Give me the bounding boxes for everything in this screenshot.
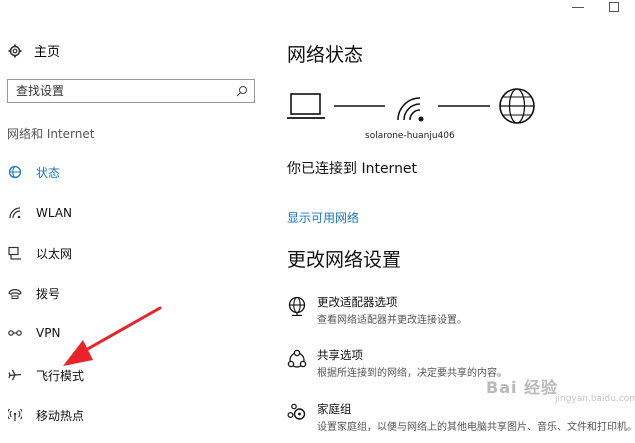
home-nav-item[interactable]: 主页	[8, 41, 60, 60]
sidebar-item-dialup[interactable]: 拨号	[8, 283, 60, 303]
section-label: 网络和 Internet	[7, 127, 95, 141]
option-desc: 查看网络适配器并更改连接设置。	[317, 315, 467, 326]
watermark-url: jingyan.baidu.com	[555, 394, 635, 404]
sidebar-item-status[interactable]: 状态	[8, 162, 60, 182]
annotation-arrow	[63, 306, 162, 366]
computer-icon	[287, 93, 325, 119]
home-label: 主页	[34, 45, 61, 60]
adapter-icon	[288, 296, 306, 316]
homegroup-icon	[287, 403, 306, 420]
option-desc: 设置家庭组，以便与网络上的其他电脑共享图片、音乐、文件和打印机。	[317, 422, 635, 433]
maximize-button[interactable]	[609, 2, 619, 12]
network-name: solarone-huanju406	[365, 131, 455, 141]
gear-icon	[8, 44, 22, 57]
sidebar-item-label: 移动热点	[36, 408, 85, 423]
watermark-logo: Bai 经验	[486, 378, 559, 397]
option-title: 共享选项	[317, 348, 363, 362]
sidebar-item-ethernet[interactable]: 以太网	[8, 243, 72, 263]
sidebar-item-label: 状态	[36, 165, 61, 180]
connection-status-text: 你已连接到 Internet	[287, 161, 418, 177]
ethernet-icon	[8, 246, 21, 260]
dialup-icon	[8, 289, 22, 299]
show-available-networks-link[interactable]: 显示可用网络	[287, 209, 359, 226]
search-icon[interactable]	[236, 85, 248, 97]
option-title: 更改适配器选项	[317, 295, 398, 309]
option-adapter[interactable]: 更改适配器选项 查看网络适配器并更改连接设置。	[287, 294, 635, 328]
option-desc: 根据所连接到的网络，决定要共享的内容。	[317, 368, 507, 379]
sidebar-item-label: 拨号	[36, 286, 61, 301]
hotspot-icon	[8, 408, 22, 421]
wifi-icon	[9, 207, 21, 219]
change-settings-title: 更改网络设置	[287, 249, 402, 271]
sidebar-item-wlan[interactable]: WLAN	[8, 203, 72, 223]
status-icon	[8, 165, 22, 179]
sharing-icon	[287, 349, 307, 368]
vpn-icon	[8, 330, 22, 336]
page-title: 网络状态	[287, 44, 364, 66]
sidebar-item-vpn[interactable]: VPN	[8, 323, 60, 343]
option-sharing[interactable]: 共享选项 根据所连接到的网络，决定要共享的内容。	[287, 347, 635, 381]
sidebar: 主页 网络和 Internet 状态 WLAN 以太网	[0, 0, 262, 443]
wifi-router-icon	[397, 97, 424, 122]
globe-icon	[499, 88, 535, 124]
sidebar-item-hotspot[interactable]: 移动热点	[8, 405, 84, 425]
option-homegroup[interactable]: 家庭组 设置家庭组，以便与网络上的其他电脑共享图片、音乐、文件和打印机。	[287, 401, 635, 435]
minimize-button[interactable]	[572, 7, 584, 8]
search-box[interactable]	[7, 79, 255, 103]
sidebar-item-label: WLAN	[36, 206, 73, 220]
airplane-icon	[8, 369, 22, 381]
search-input[interactable]	[14, 83, 218, 99]
sidebar-item-label: 以太网	[36, 246, 73, 261]
